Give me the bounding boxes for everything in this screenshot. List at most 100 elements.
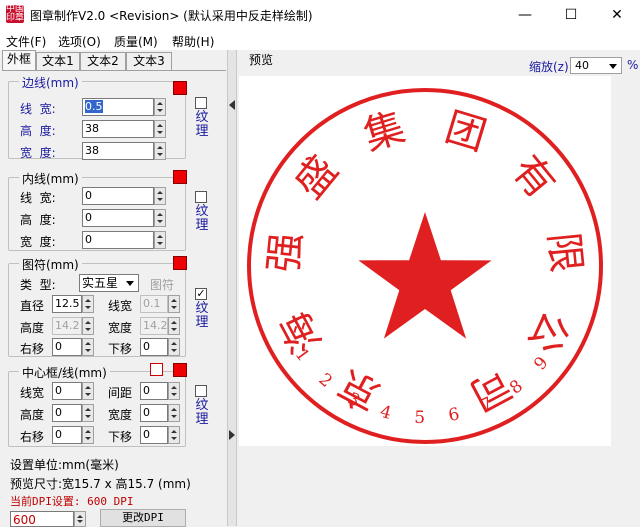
stamp-char: 公 [519,304,578,361]
border-height-input[interactable]: 38 [82,120,154,138]
border-linewidth-label: 线 宽: [20,102,56,116]
chevron-down-icon [123,276,137,290]
stamp-char: 集 [358,104,410,160]
menu-help[interactable]: 帮助(H) [172,33,214,50]
tab-text2[interactable]: 文本2 [80,52,126,70]
dpi-input[interactable]: 600 [10,511,74,527]
center-width-spinner[interactable] [168,404,180,422]
center-spacing-spinner[interactable] [168,382,180,400]
menu-bar: 文件(F) 选项(O) 质量(M) 帮助(H) [0,30,640,50]
stamp-digit: 4 [378,402,394,424]
symbol-down-label: 下移 [108,342,133,356]
center-height-input[interactable]: 0 [52,404,82,422]
center-height-spinner[interactable] [82,404,94,422]
inner-linewidth-input[interactable]: 0 [82,187,154,205]
center-down-input[interactable]: 0 [140,426,168,444]
change-dpi-button[interactable]: 更改DPI [100,509,186,527]
inner-width-spinner[interactable] [154,231,166,249]
symbol-type-select[interactable]: 实五星 [79,274,139,292]
panel-splitter[interactable] [227,50,237,526]
window-title: 图章制作V2.0 <Revision> (默认采用中反走样绘制) [30,9,313,23]
inner-width-input[interactable]: 0 [82,231,154,249]
stamp-char: 有 [503,147,564,207]
symbol-color-swatch[interactable] [173,256,187,270]
symbol-height-label: 高度 [20,321,45,335]
symbol-right-spinner[interactable] [82,338,94,356]
symbol-picker-button[interactable]: 图符 [150,276,174,293]
tab-outer-frame[interactable]: 外框 [2,50,36,70]
inner-group-legend: 内线(mm) [19,170,82,187]
symbol-linewidth-label: 线宽 [108,299,133,313]
center-height-label: 高度 [20,408,45,422]
zoom-select[interactable]: 40 [570,57,622,74]
symbol-texture-checkbox[interactable]: ✓ [195,288,207,300]
symbol-down-input[interactable]: 0 [140,338,168,356]
inner-height-input[interactable]: 0 [82,209,154,227]
preview-panel: 预览 缩放(z) 40 % 京海强盛集团有限公司 123456789 [237,50,640,526]
center-right-label: 右移 [20,430,45,444]
center-width-input[interactable]: 0 [140,404,168,422]
symbol-right-input[interactable]: 0 [52,338,82,356]
stamp-digit: 5 [414,408,426,428]
center-texture-checkbox[interactable] [195,385,207,397]
maximize-button[interactable]: ☐ [548,0,594,30]
symbol-type-label: 类 型: [20,278,56,292]
center-right-input[interactable]: 0 [52,426,82,444]
settings-panel: 边线(mm) 线 宽: 0.5 高 度: 38 宽 度: 38 纹理 内线(mm… [2,70,226,527]
center-linewidth-spinner[interactable] [82,382,94,400]
inner-height-spinner[interactable] [154,209,166,227]
center-spacing-input[interactable]: 0 [140,382,168,400]
center-right-spinner[interactable] [82,426,94,444]
center-down-label: 下移 [108,430,133,444]
border-width-input[interactable]: 38 [82,142,154,160]
collapse-left-icon[interactable] [229,100,235,110]
dpi-status: 当前DPI设置: 600 DPI [10,495,134,508]
inner-texture-label: 纹理 [195,204,209,233]
inner-color-swatch[interactable] [173,170,187,184]
menu-options[interactable]: 选项(O) [58,33,101,50]
close-button[interactable]: ✕ [594,0,640,30]
center-linewidth-input[interactable]: 0 [52,382,82,400]
symbol-height-input: 14.2 [52,317,82,335]
preview-bottom-area [237,448,617,526]
center-texture-label: 纹理 [195,398,209,427]
symbol-linewidth-spinner [168,295,180,313]
symbol-down-spinner[interactable] [168,338,180,356]
app-icon: 中国印章 [6,4,25,23]
border-texture-label: 纹理 [195,110,209,139]
symbol-width-input: 14.2 [140,317,168,335]
minimize-button[interactable]: — [502,0,548,30]
symbol-width-label: 宽度 [108,321,133,335]
center-color-swatch[interactable] [173,363,187,377]
chevron-down-icon [606,59,620,73]
symbol-diameter-spinner[interactable] [82,295,94,313]
border-texture-checkbox[interactable] [195,97,207,109]
inner-texture-checkbox[interactable] [195,191,207,203]
symbol-height-spinner [82,317,94,335]
tab-text3[interactable]: 文本3 [126,52,172,70]
preview-canvas[interactable]: 京海强盛集团有限公司 123456789 [239,76,611,446]
symbol-diameter-input[interactable]: 12.5 [52,295,82,313]
dpi-spinner[interactable] [74,511,86,527]
symbol-linewidth-input: 0.1 [140,295,168,313]
center-shape-icon[interactable] [150,363,163,376]
menu-quality[interactable]: 质量(M) [114,33,158,50]
menu-file[interactable]: 文件(F) [6,33,46,50]
border-linewidth-spinner[interactable] [154,98,166,116]
border-linewidth-input[interactable]: 0.5 [82,98,154,116]
border-color-swatch[interactable] [173,81,187,95]
zoom-label: 缩放(z) [529,60,569,74]
border-height-spinner[interactable] [154,120,166,138]
symbol-texture-label: 纹理 [195,301,209,330]
center-down-spinner[interactable] [168,426,180,444]
stamp-digit: 9 [530,353,552,374]
stamp-star [358,212,492,339]
inner-height-label: 高 度: [20,213,56,227]
tab-text1[interactable]: 文本1 [36,52,80,70]
expand-right-icon[interactable] [229,430,235,440]
stamp-digit: 6 [447,404,461,426]
stamp-char: 限 [539,230,589,274]
border-width-spinner[interactable] [154,142,166,160]
inner-linewidth-spinner[interactable] [154,187,166,205]
inner-linewidth-label: 线 宽: [20,191,56,205]
